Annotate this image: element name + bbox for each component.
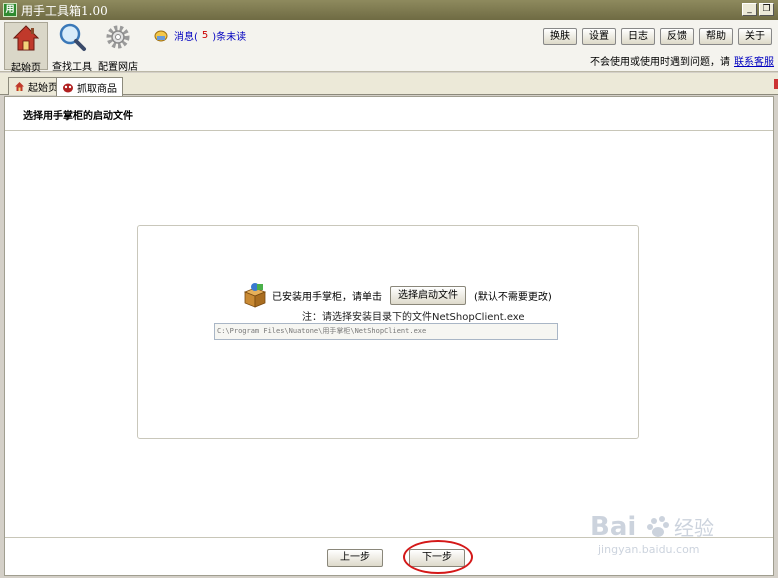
choose-startup-file-button[interactable]: 选择启动文件 [390,285,466,305]
setup-panel: 已安装用手掌柜，请单击 选择启动文件 (默认不需要更改) 注：请选择安装目录下的… [137,225,639,439]
baidu-paw-icon: Bai 经验 jingyan.baidu.com [590,512,714,556]
restore-button[interactable]: ❐ [759,3,774,16]
startup-path-field[interactable]: C:\Program Files\Nuatone\用手掌柜\NetShopCli… [214,323,558,340]
log-button[interactable]: 日志 [621,28,655,45]
message-prefix: 消息( [174,32,198,43]
watermark-url: jingyan.baidu.com [597,543,700,556]
prev-step-button[interactable]: 上一步 [327,549,383,567]
section-divider [5,130,773,131]
message-count: 5 [201,30,209,41]
app-logo-icon: 用 [3,3,17,17]
highlight-circle [403,540,473,574]
message-notice[interactable]: 消息( 5 )条未读 [154,28,246,43]
tab-grab-products-label: 抓取商品 [77,83,117,95]
minimize-button[interactable]: _ [742,3,757,16]
skin-button[interactable]: 换肤 [543,28,577,45]
tool-config-shop[interactable]: 配置网店 [96,22,140,73]
message-icon [154,30,168,41]
tab-strip: 起始页 抓取商品 [0,73,778,96]
help-line: 不会使用或使用时遇到问题，请 联系客服 [590,53,774,68]
gear-icon [106,25,130,49]
window-title: 用手工具箱1.00 [21,3,108,18]
installed-text: 已安装用手掌柜，请单击 [272,291,382,303]
tool-home-label: 起始页 [11,63,41,74]
top-buttons: 换肤 设置 日志 反馈 帮助 关于 [543,28,772,45]
section-title: 选择用手掌柜的启动文件 [23,111,133,122]
bug-icon [63,83,73,92]
package-icon [243,283,267,308]
home-icon [12,25,40,51]
about-button[interactable]: 关于 [738,28,772,45]
tool-search[interactable]: 查找工具 [50,22,94,73]
search-icon [59,23,86,51]
tab-grab-products[interactable]: 抓取商品 [56,77,123,96]
home-icon [15,82,24,91]
message-suffix: )条未读 [212,32,247,43]
help-button[interactable]: 帮助 [699,28,733,45]
tool-search-label: 查找工具 [52,62,92,73]
watermark-brand: Bai [590,512,636,542]
title-bar: 用 用手工具箱1.00 _ ❐ [0,0,778,20]
main-toolbar: 起始页 查找工具 配置网店 消息( 5 )条未读 换肤 设置 日志 反馈 帮助 … [0,20,778,74]
file-note: 注：请选择安装目录下的文件NetShopClient.exe [302,312,525,323]
help-text: 不会使用或使用时遇到问题，请 [590,57,730,68]
window-controls: _ ❐ [742,3,774,16]
contact-support-link[interactable]: 联系客服 [734,57,774,68]
tab-scroll-marker [774,79,778,89]
default-hint: (默认不需要更改) [474,291,552,303]
feedback-button[interactable]: 反馈 [660,28,694,45]
tab-home-label: 起始页 [28,83,58,94]
tool-home[interactable]: 起始页 [4,22,48,74]
content-area: 选择用手掌柜的启动文件 已安装用手掌柜，请单击 选择启动文件 (默认不需要更改)… [4,96,774,576]
tool-config-shop-label: 配置网店 [98,62,138,73]
install-row: 已安装用手掌柜，请单击 选择启动文件 (默认不需要更改) [242,282,552,308]
watermark-brand2: 经验 [674,516,714,540]
settings-button[interactable]: 设置 [582,28,616,45]
baidu-watermark: Bai 经验 jingyan.baidu.com [590,505,740,557]
